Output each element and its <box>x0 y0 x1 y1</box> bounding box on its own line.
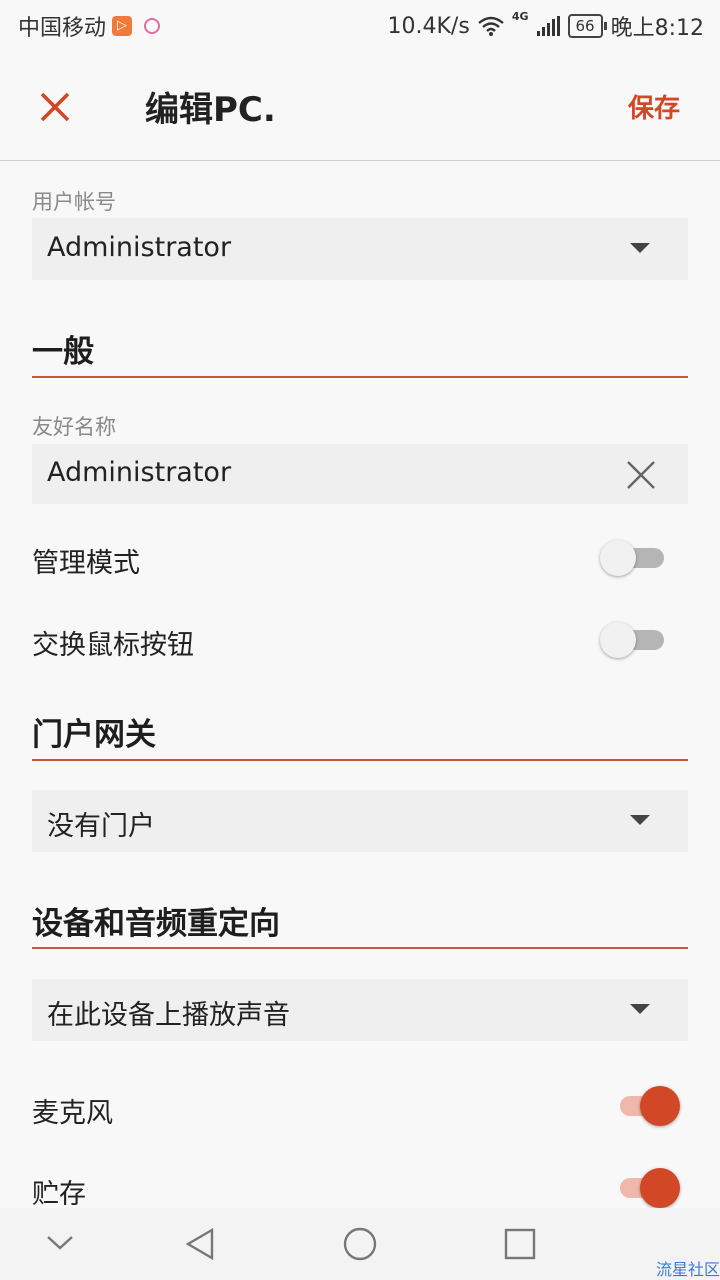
toggle-thumb <box>640 1086 680 1126</box>
status-left: 中国移动 ▷ <box>18 10 161 42</box>
system-nav-bar: 流星社区 <box>0 1208 720 1280</box>
dropdown-arrow-icon <box>630 1004 650 1014</box>
toggle-thumb <box>640 1168 680 1208</box>
section-title-redirection: 设备和音频重定向 <box>32 906 280 942</box>
user-account-select[interactable]: Administrator <box>32 218 688 280</box>
save-button[interactable]: 保存 <box>628 88 680 125</box>
section-divider <box>32 759 688 761</box>
home-icon[interactable] <box>342 1226 378 1262</box>
friendly-name-value: Administrator <box>47 457 232 488</box>
close-button[interactable] <box>30 82 80 132</box>
sound-value: 在此设备上播放声音 <box>47 1000 290 1031</box>
section-divider <box>32 376 688 378</box>
net-speed: 10.4K/s <box>387 13 470 39</box>
chevron-down-icon[interactable] <box>44 1226 76 1258</box>
close-icon <box>40 92 70 122</box>
clear-icon[interactable] <box>624 458 658 492</box>
section-title-gateway: 门户网关 <box>32 717 156 753</box>
signal-icon <box>536 16 560 36</box>
watermark: 流星社区 <box>655 1260 720 1279</box>
back-icon[interactable] <box>182 1226 218 1262</box>
dropdown-arrow-icon <box>630 243 650 253</box>
toggle-thumb <box>600 622 636 658</box>
microphone-toggle[interactable] <box>614 1086 680 1126</box>
status-right: 10.4K/s 4G 66 晚上8:12 <box>388 10 704 42</box>
carrier-label: 中国移动 <box>18 16 107 41</box>
friendly-name-input[interactable]: Administrator <box>32 444 688 504</box>
section-title-general: 一般 <box>32 334 94 370</box>
user-account-label: 用户帐号 <box>32 190 116 214</box>
status-bar: 中国移动 ▷ 10.4K/s 4G 66 晚上8:12 <box>0 0 720 50</box>
user-account-value: Administrator <box>47 232 232 263</box>
sound-select[interactable]: 在此设备上播放声音 <box>32 979 688 1041</box>
clock: 晚上8:12 <box>610 16 704 41</box>
storage-label: 贮存 <box>32 1179 86 1210</box>
section-divider <box>32 947 688 949</box>
admin-mode-label: 管理模式 <box>32 548 140 579</box>
wifi-icon <box>478 16 504 36</box>
swap-mouse-label: 交换鼠标按钮 <box>32 630 194 661</box>
gateway-select[interactable]: 没有门户 <box>32 790 688 852</box>
dropdown-arrow-icon <box>630 815 650 825</box>
friendly-name-label: 友好名称 <box>32 415 116 439</box>
admin-mode-toggle[interactable] <box>600 538 666 576</box>
recents-icon[interactable] <box>502 1226 538 1262</box>
notification-video-icon <box>144 18 161 34</box>
battery-icon: 66 <box>567 14 607 38</box>
swap-mouse-toggle[interactable] <box>600 620 666 658</box>
microphone-label: 麦克风 <box>32 1098 113 1129</box>
gateway-value: 没有门户 <box>47 811 155 842</box>
notification-app-icon: ▷ <box>112 16 133 36</box>
toggle-thumb <box>600 540 636 576</box>
page-title: 编辑PC. <box>145 90 276 130</box>
app-toolbar: 编辑PC. 保存 <box>0 52 720 161</box>
storage-toggle[interactable] <box>614 1168 680 1208</box>
network-type: 4G <box>511 10 529 23</box>
